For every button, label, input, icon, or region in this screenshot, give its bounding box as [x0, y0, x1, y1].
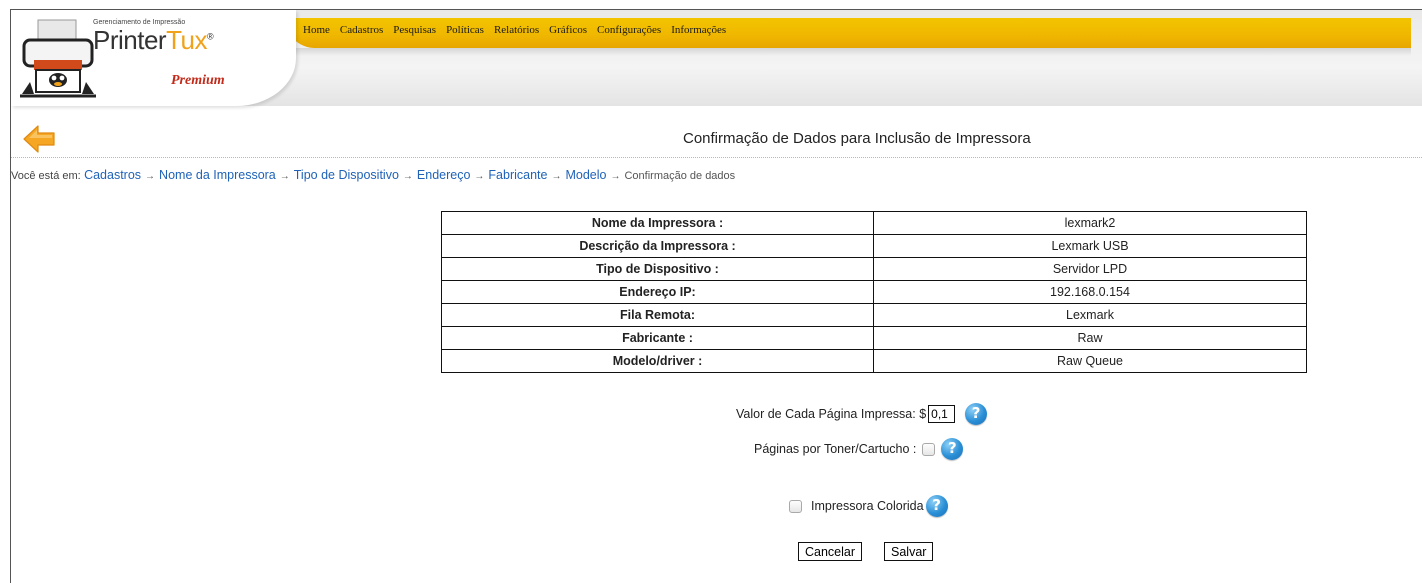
table-row: Descrição da Impressora : Lexmark USB: [441, 234, 1307, 258]
back-arrow-icon[interactable]: [22, 124, 56, 154]
help-icon[interactable]: [965, 403, 988, 425]
nav-cadastros[interactable]: Cadastros: [340, 24, 383, 36]
pages-per-toner-row: Páginas por Toner/Cartucho :: [754, 438, 964, 460]
logo: Gerenciamento de Impressão PrinterTux® P…: [11, 10, 296, 106]
pages-per-toner-label: Páginas por Toner/Cartucho :: [754, 442, 917, 456]
row-label: Modelo/driver :: [441, 349, 874, 373]
color-printer-label: Impressora Colorida: [811, 499, 924, 513]
page-title: Confirmação de Dados para Inclusão de Im…: [683, 130, 1031, 147]
color-printer-row: Impressora Colorida: [789, 495, 948, 517]
divider: [11, 157, 1422, 158]
row-label: Tipo de Dispositivo :: [441, 257, 874, 281]
table-row: Modelo/driver : Raw Queue: [441, 349, 1307, 373]
breadcrumb-endereco[interactable]: Endereço: [417, 168, 471, 182]
table-row: Fabricante : Raw: [441, 326, 1307, 350]
printer-details-table: Nome da Impressora : lexmark2 Descrição d…: [441, 211, 1307, 373]
row-label: Fabricante :: [441, 326, 874, 350]
breadcrumb-tipo-dispositivo[interactable]: Tipo de Dispositivo: [294, 168, 399, 182]
row-value: Servidor LPD: [873, 257, 1307, 281]
color-printer-checkbox[interactable]: [789, 499, 802, 513]
breadcrumb-fabricante[interactable]: Fabricante: [488, 168, 547, 182]
breadcrumb-arrow-icon: →: [402, 171, 413, 182]
breadcrumb-arrow-icon: →: [474, 171, 485, 182]
logo-name-tux: Tux: [166, 25, 207, 55]
nav-configuracoes[interactable]: Configurações: [597, 24, 661, 36]
row-value: Lexmark USB: [873, 234, 1307, 258]
table-row: Fila Remota: Lexmark: [441, 303, 1307, 327]
row-value: lexmark2: [873, 211, 1307, 235]
nav-pesquisas[interactable]: Pesquisas: [393, 24, 436, 36]
row-value: Raw: [873, 326, 1307, 350]
cancel-button[interactable]: Cancelar: [798, 542, 863, 561]
table-row: Tipo de Dispositivo : Servidor LPD: [441, 257, 1307, 281]
help-icon[interactable]: [941, 438, 964, 460]
row-label: Fila Remota:: [441, 303, 874, 327]
table-row: Nome da Impressora : lexmark2: [441, 211, 1307, 235]
row-value: Lexmark: [873, 303, 1307, 327]
nav-relatorios[interactable]: Relatórios: [494, 24, 539, 36]
save-button[interactable]: Salvar: [884, 542, 934, 561]
nav-informacoes[interactable]: Informações: [671, 24, 726, 36]
registered-mark: ®: [206, 31, 214, 42]
nav-home[interactable]: Home: [303, 24, 330, 36]
table-row: Endereço IP: 192.168.0.154: [441, 280, 1307, 304]
breadcrumb-cadastros[interactable]: Cadastros: [84, 168, 141, 182]
logo-name: PrinterTux®: [93, 25, 214, 56]
page-value-input[interactable]: [928, 405, 956, 423]
breadcrumb-current: Confirmação de dados: [624, 170, 736, 182]
help-icon[interactable]: [925, 495, 948, 517]
row-value: 192.168.0.154: [873, 280, 1307, 304]
row-label: Endereço IP:: [441, 280, 874, 304]
row-label: Descrição da Impressora :: [441, 234, 874, 258]
row-value: Raw Queue: [873, 349, 1307, 373]
main-nav: Home Cadastros Pesquisas Políticas Relat…: [303, 24, 736, 36]
breadcrumb-modelo[interactable]: Modelo: [565, 168, 606, 182]
breadcrumb-arrow-icon: →: [279, 171, 290, 182]
logo-edition: Premium: [171, 73, 225, 88]
nav-politicas[interactable]: Políticas: [446, 24, 484, 36]
pages-per-toner-checkbox[interactable]: [922, 442, 936, 456]
breadcrumb-arrow-icon: →: [145, 171, 156, 182]
nav-bar-shadow: [295, 48, 1411, 56]
page-value-row: Valor de Cada Página Impressa: $: [736, 403, 988, 425]
breadcrumb-arrow-icon: →: [551, 171, 562, 182]
page-value-label: Valor de Cada Página Impressa: $: [736, 407, 927, 421]
breadcrumb-arrow-icon: →: [610, 171, 621, 182]
breadcrumb: Você está em: Cadastros → Nome da Impresso…: [11, 168, 735, 182]
breadcrumb-prefix: Você está em:: [11, 170, 81, 182]
nav-graficos[interactable]: Gráficos: [549, 24, 587, 36]
printer-tux-icon: [20, 19, 96, 98]
row-label: Nome da Impressora :: [441, 211, 874, 235]
logo-name-printer: Printer: [93, 25, 167, 55]
breadcrumb-nome-impressora[interactable]: Nome da Impressora: [159, 168, 276, 182]
